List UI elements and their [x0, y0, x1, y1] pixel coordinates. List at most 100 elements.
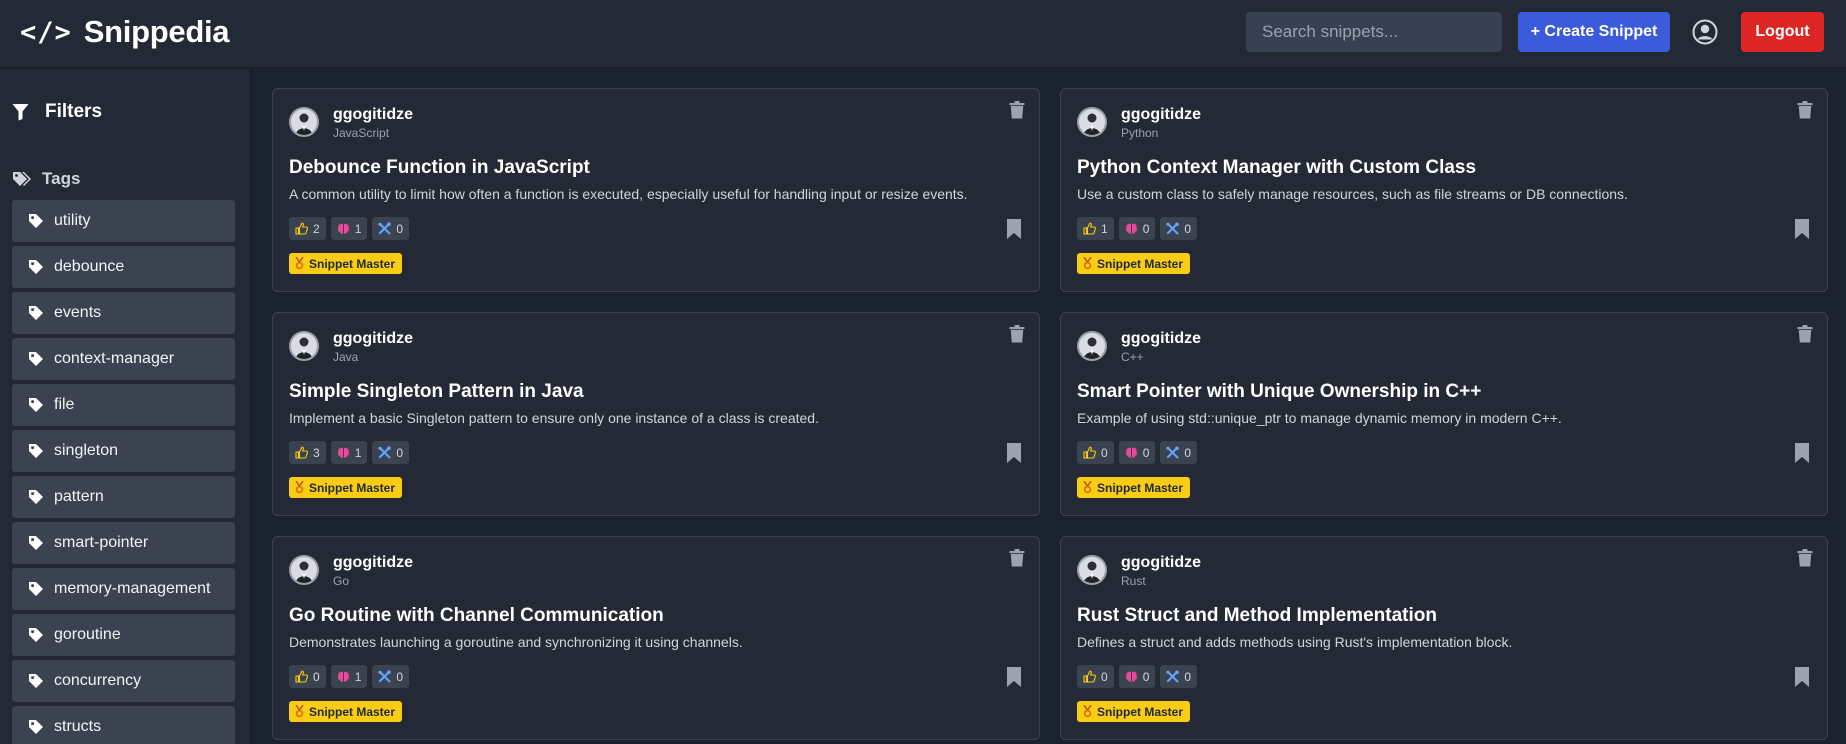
tag-item-context-manager[interactable]: context-manager — [12, 338, 235, 380]
brain-count: 1 — [354, 221, 362, 236]
snippet-title[interactable]: Debounce Function in JavaScript — [289, 157, 590, 179]
search-input[interactable] — [1246, 12, 1502, 52]
trash-icon[interactable] — [1797, 101, 1813, 119]
brain-reaction[interactable]: 0 — [1118, 217, 1156, 240]
tools-reaction[interactable]: 0 — [1160, 217, 1198, 240]
brain-icon — [1125, 447, 1137, 458]
tag-item-utility[interactable]: utility — [12, 200, 235, 242]
like-reaction[interactable]: 0 — [1077, 665, 1114, 688]
like-count: 0 — [1101, 669, 1108, 684]
bookmark-icon[interactable] — [1007, 219, 1021, 239]
like-reaction[interactable]: 0 — [289, 665, 326, 688]
tag-item-concurrency[interactable]: concurrency — [12, 660, 235, 702]
snippet-title[interactable]: Smart Pointer with Unique Ownership in C… — [1077, 381, 1481, 403]
author-name[interactable]: ggogitidze — [333, 106, 413, 124]
bookmark-icon[interactable] — [1795, 219, 1809, 239]
like-reaction[interactable]: 2 — [289, 217, 326, 240]
tag-item-memory-management[interactable]: memory-management — [12, 568, 235, 610]
brain-reaction[interactable]: 0 — [1118, 441, 1156, 464]
like-reaction[interactable]: 1 — [1077, 217, 1114, 240]
author-name[interactable]: ggogitidze — [333, 330, 413, 348]
brain-reaction[interactable]: 1 — [330, 217, 368, 240]
snippet-title[interactable]: Go Routine with Channel Communication — [289, 605, 664, 627]
snippet-title[interactable]: Rust Struct and Method Implementation — [1077, 605, 1437, 627]
tag-item-structs[interactable]: structs — [12, 706, 235, 744]
tools-reaction[interactable]: 0 — [1160, 665, 1198, 688]
trash-icon[interactable] — [1009, 325, 1025, 343]
badge-label: Snippet Master — [309, 704, 396, 719]
tools-reaction[interactable]: 0 — [372, 665, 410, 688]
app-logo[interactable]: </> Snippedia — [20, 14, 230, 50]
avatar[interactable] — [1077, 555, 1107, 585]
avatar[interactable] — [1077, 331, 1107, 361]
snippet-card[interactable]: ggogitidze Python Python Context Manager w… — [1060, 88, 1828, 292]
tag-item-file[interactable]: file — [12, 384, 235, 426]
snippet-card[interactable]: ggogitidze Java Simple Singleton Pattern i… — [272, 312, 1040, 516]
avatar[interactable] — [1077, 107, 1107, 137]
trash-icon[interactable] — [1009, 101, 1025, 119]
avatar[interactable] — [289, 331, 319, 361]
tag-item-pattern[interactable]: pattern — [12, 476, 235, 518]
thumbs-up-icon — [1083, 446, 1096, 459]
trash-icon[interactable] — [1797, 325, 1813, 343]
bookmark-icon[interactable] — [1007, 667, 1021, 687]
tag-icon — [29, 214, 43, 228]
snippet-card[interactable]: ggogitidze C++ Smart Pointer with Unique O… — [1060, 312, 1828, 516]
medal-icon — [295, 257, 304, 270]
badge-label: Snippet Master — [1097, 480, 1184, 495]
tag-label: concurrency — [54, 672, 142, 689]
tag-item-singleton[interactable]: singleton — [12, 430, 235, 472]
medal-icon — [295, 705, 304, 718]
tools-reaction[interactable]: 0 — [1160, 441, 1198, 464]
medal-icon — [1083, 705, 1092, 718]
thumbs-up-icon — [1083, 222, 1096, 235]
achievement-badge: Snippet Master — [1077, 253, 1191, 274]
tag-icon — [29, 582, 43, 596]
like-reaction[interactable]: 0 — [1077, 441, 1114, 464]
brain-reaction[interactable]: 1 — [330, 441, 368, 464]
user-circle-icon[interactable] — [1692, 19, 1718, 45]
create-snippet-button[interactable]: + Create Snippet — [1518, 12, 1670, 52]
author-name[interactable]: ggogitidze — [1121, 554, 1201, 572]
brain-reaction[interactable]: 1 — [330, 665, 368, 688]
reaction-bar: 2 1 0 — [289, 217, 410, 240]
trash-icon[interactable] — [1797, 549, 1813, 567]
tag-item-debounce[interactable]: debounce — [12, 246, 235, 288]
tags-icon — [13, 172, 31, 186]
like-count: 3 — [313, 445, 320, 460]
tools-count: 0 — [396, 221, 404, 236]
snippet-language: C++ — [1121, 350, 1144, 364]
tag-label: pattern — [54, 488, 104, 505]
snippet-title[interactable]: Simple Singleton Pattern in Java — [289, 381, 584, 403]
bookmark-icon[interactable] — [1007, 443, 1021, 463]
snippet-title[interactable]: Python Context Manager with Custom Class — [1077, 157, 1476, 179]
snippet-card[interactable]: ggogitidze JavaScript Debounce Function in… — [272, 88, 1040, 292]
tag-item-smart-pointer[interactable]: smart-pointer — [12, 522, 235, 564]
author-name[interactable]: ggogitidze — [333, 554, 413, 572]
like-count: 2 — [313, 221, 320, 236]
bookmark-icon[interactable] — [1795, 443, 1809, 463]
tools-reaction[interactable]: 0 — [372, 217, 410, 240]
tools-reaction[interactable]: 0 — [372, 441, 410, 464]
snippet-card[interactable]: ggogitidze Go Go Routine with Channel Comm… — [272, 536, 1040, 740]
brain-reaction[interactable]: 0 — [1118, 665, 1156, 688]
snippet-description: A common utility to limit how often a fu… — [289, 186, 968, 202]
trash-icon[interactable] — [1009, 549, 1025, 567]
snippet-description: Defines a struct and adds methods using … — [1077, 634, 1513, 650]
avatar[interactable] — [289, 555, 319, 585]
logout-button[interactable]: Logout — [1741, 12, 1824, 52]
tag-label: smart-pointer — [54, 534, 149, 551]
brain-icon — [1125, 671, 1137, 682]
filter-icon — [12, 104, 29, 121]
like-reaction[interactable]: 3 — [289, 441, 326, 464]
tag-item-events[interactable]: events — [12, 292, 235, 334]
author-name[interactable]: ggogitidze — [1121, 106, 1201, 124]
brain-icon — [1125, 223, 1137, 234]
medal-icon — [295, 481, 304, 494]
author-name[interactable]: ggogitidze — [1121, 330, 1201, 348]
tools-icon — [378, 670, 392, 683]
snippet-card[interactable]: ggogitidze Rust Rust Struct and Method Imp… — [1060, 536, 1828, 740]
bookmark-icon[interactable] — [1795, 667, 1809, 687]
avatar[interactable] — [289, 107, 319, 137]
tag-item-goroutine[interactable]: goroutine — [12, 614, 235, 656]
